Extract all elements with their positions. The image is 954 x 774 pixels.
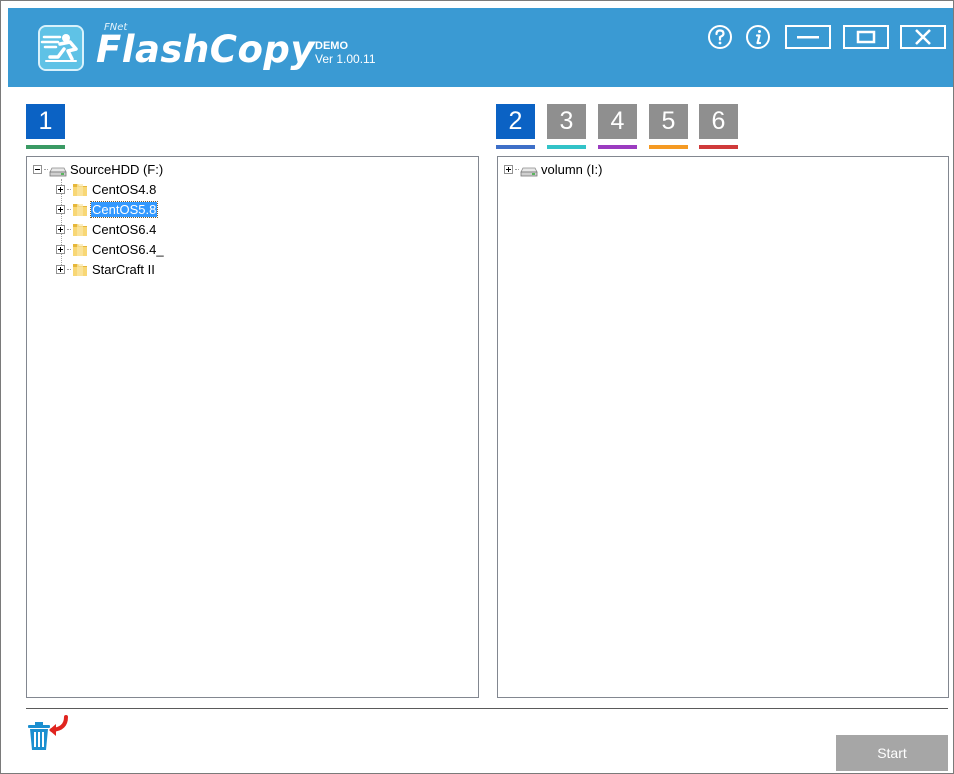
tree-connector [67, 268, 71, 270]
tree-connector [67, 248, 71, 250]
source-tab-1[interactable]: 1 [26, 104, 65, 139]
maximize-icon [843, 25, 889, 49]
folder-icon [73, 243, 87, 256]
expand-toggle[interactable] [504, 164, 513, 174]
tree-label: SourceHDD (F:) [70, 161, 164, 177]
info-circle-icon [746, 25, 770, 49]
expand-toggle[interactable] [56, 264, 65, 274]
tree-connector [67, 228, 71, 230]
close-button[interactable] [899, 23, 947, 51]
tab-label: 1 [38, 107, 53, 135]
target-tab-4[interactable]: 4 [598, 104, 637, 139]
hard-drive-icon [49, 167, 67, 177]
tree-label: StarCraft II [92, 261, 155, 277]
expand-toggle[interactable] [56, 224, 65, 234]
tab-label: 2 [508, 107, 523, 135]
target-tab-4-indicator [598, 145, 637, 149]
target-tab-5-indicator [649, 145, 688, 149]
minimize-button[interactable] [784, 23, 832, 51]
trash-restore-icon [28, 715, 68, 750]
edition-label: DEMO [315, 40, 348, 52]
target-tab-6-indicator [699, 145, 738, 149]
app-title: FlashCopy [96, 28, 315, 71]
target-tree-panel[interactable]: volumn (I:) [497, 156, 949, 698]
tree-label: CentOS5.8 [89, 200, 159, 218]
info-button[interactable] [744, 23, 772, 51]
maximize-button[interactable] [842, 23, 890, 51]
folder-icon [73, 183, 87, 196]
question-circle-icon [708, 25, 732, 49]
tab-label: 3 [559, 107, 574, 135]
hard-drive-icon [520, 167, 538, 177]
title-bar: FNet FlashCopy DEMO Ver 1.00.11 [8, 8, 953, 87]
source-tab-1-indicator [26, 145, 65, 149]
flashcopy-logo-icon [38, 25, 84, 71]
tree-connector [515, 168, 519, 170]
target-tab-5[interactable]: 5 [649, 104, 688, 139]
tree-node-folder[interactable]: CentOS6.4 [56, 220, 157, 238]
version-label: Ver 1.00.11 [315, 52, 376, 66]
tree-node-target-root[interactable]: volumn (I:) [504, 160, 603, 178]
tree-connector [67, 188, 71, 190]
target-tab-2-indicator [496, 145, 535, 149]
minimize-icon [785, 25, 831, 49]
tab-label: 4 [610, 107, 625, 135]
source-tree-panel[interactable]: SourceHDD (F:) CentOS4.8 CentOS5.8 CentO… [26, 156, 479, 698]
tree-label: CentOS4.8 [92, 181, 157, 197]
expand-toggle[interactable] [56, 184, 65, 194]
expand-toggle[interactable] [56, 204, 65, 214]
tree-label: CentOS6.4 [92, 221, 157, 237]
target-tab-3[interactable]: 3 [547, 104, 586, 139]
folder-icon [73, 263, 87, 276]
close-icon [900, 25, 946, 49]
tree-connector [44, 168, 48, 170]
tree-label: volumn (I:) [541, 161, 603, 177]
start-button[interactable]: Start [836, 735, 948, 771]
target-tab-2[interactable]: 2 [496, 104, 535, 139]
target-tab-6[interactable]: 6 [699, 104, 738, 139]
tree-label: CentOS6.4_ [92, 241, 164, 257]
trash-restore-button[interactable] [26, 715, 68, 755]
help-button[interactable] [706, 23, 734, 51]
tree-node-folder[interactable]: CentOS6.4_ [56, 240, 165, 258]
footer-divider [26, 708, 948, 709]
tree-node-folder[interactable]: StarCraft II [56, 260, 156, 278]
tree-node-folder[interactable]: CentOS4.8 [56, 180, 157, 198]
collapse-toggle[interactable] [33, 164, 42, 174]
app-window: FNet FlashCopy DEMO Ver 1.00.11 1 2 3 4 … [0, 0, 954, 774]
expand-toggle[interactable] [56, 244, 65, 254]
tab-label: 6 [711, 107, 726, 135]
folder-icon [73, 203, 87, 216]
tree-node-source-root[interactable]: SourceHDD (F:) [33, 160, 164, 178]
tab-label: 5 [661, 107, 676, 135]
tree-node-folder-selected[interactable]: CentOS5.8 [56, 200, 159, 218]
target-tab-3-indicator [547, 145, 586, 149]
tree-connector [67, 208, 71, 210]
folder-icon [73, 223, 87, 236]
